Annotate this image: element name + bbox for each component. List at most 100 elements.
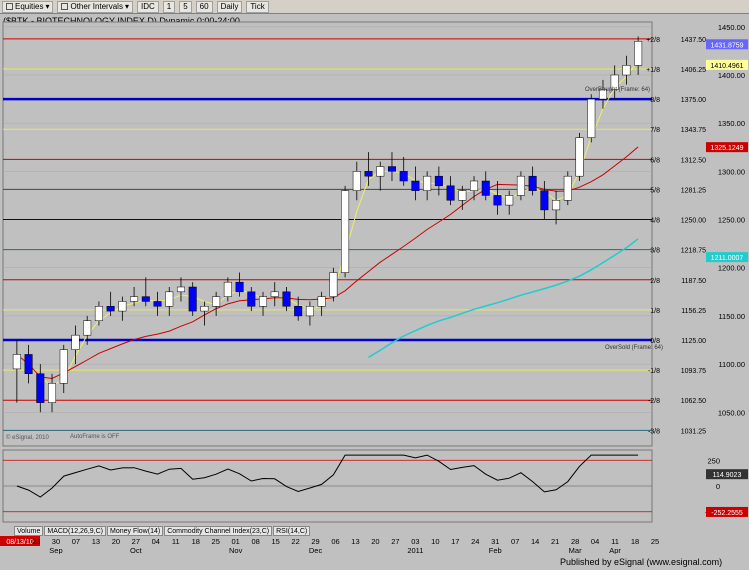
cci-last-badge: 114.9023 bbox=[713, 472, 742, 479]
date-tick-label: 22 bbox=[291, 537, 299, 546]
date-tick-label: 27 bbox=[132, 537, 140, 546]
murrey-value: 1187.50 bbox=[681, 278, 706, 285]
candle-body bbox=[446, 185, 455, 201]
price-tick-label: 1200.00 bbox=[718, 264, 745, 273]
murrey-value: 1406.25 bbox=[681, 67, 706, 74]
candle-body bbox=[12, 354, 21, 370]
price-tick-label: 1300.00 bbox=[718, 167, 745, 176]
footer: Published by eSignal (www.esignal.com) bbox=[560, 557, 723, 567]
date-tick-label: 24 bbox=[471, 537, 479, 546]
candle-body bbox=[71, 334, 80, 350]
tab-macd[interactable]: MACD(12,26,9,C) bbox=[44, 526, 106, 536]
interval-tick-button[interactable]: Tick bbox=[246, 0, 269, 13]
interval-daily-button[interactable]: Daily bbox=[216, 0, 243, 13]
murrey-value: 1062.50 bbox=[681, 398, 706, 405]
murrey-label: 2/8 bbox=[650, 278, 660, 285]
candle-body bbox=[176, 286, 185, 293]
candle-body bbox=[94, 306, 103, 321]
date-tick-label: 04 bbox=[591, 537, 599, 546]
price-tick-label: 1250.00 bbox=[718, 216, 745, 225]
chevron-down-icon: ▾ bbox=[45, 2, 50, 11]
murrey-value: 1156.25 bbox=[681, 308, 706, 315]
candle-body bbox=[294, 306, 303, 317]
start-date-badge: 08/13/10 bbox=[6, 539, 33, 546]
candle-body bbox=[552, 200, 561, 211]
interval-1-button[interactable]: 1 bbox=[162, 0, 176, 13]
candle-body bbox=[434, 175, 443, 187]
candle-body bbox=[399, 171, 408, 182]
candle-body bbox=[387, 166, 396, 172]
date-tick-label: 30 bbox=[52, 537, 60, 546]
month-label: Sep bbox=[49, 546, 62, 554]
murrey-label: 8/8 bbox=[650, 97, 660, 104]
candle-body bbox=[352, 171, 361, 191]
candle-body bbox=[317, 296, 326, 307]
candle-body bbox=[516, 175, 525, 196]
value-badge-text: 1325.1249 bbox=[710, 145, 743, 152]
murrey-value: 1250.00 bbox=[681, 218, 706, 225]
tab-cci[interactable]: Commodity Channel Index(23,C) bbox=[164, 526, 273, 536]
date-tick-label: 13 bbox=[92, 537, 100, 546]
date-axis: 23 30 07 13 20 27 04 11 18 25 01 08 15 22 29 06 13 20 27 03… bbox=[32, 537, 659, 554]
date-tick-label: 08 bbox=[251, 537, 259, 546]
candle-body bbox=[540, 190, 549, 211]
candle-body bbox=[376, 166, 385, 177]
candle-body bbox=[341, 190, 350, 273]
price-chart[interactable]: +2/8 1437.50 +1/8 1406.25 8/8 1375.00 7/8 1343.… bbox=[0, 14, 749, 554]
murrey-label: +1/8 bbox=[646, 67, 660, 74]
date-tick-label: 25 bbox=[651, 537, 659, 546]
interval-5-button[interactable]: 5 bbox=[179, 0, 192, 13]
candle-body bbox=[587, 98, 596, 138]
candle-body bbox=[36, 373, 45, 403]
murrey-label: 1/8 bbox=[650, 308, 660, 315]
candle-body bbox=[153, 301, 162, 307]
candle-body bbox=[259, 296, 268, 307]
candle-body bbox=[165, 291, 174, 307]
murrey-label: 7/8 bbox=[650, 127, 660, 134]
month-label: Oct bbox=[130, 546, 143, 554]
candle-body bbox=[200, 306, 209, 312]
price-tick-label: 1350.00 bbox=[718, 119, 745, 128]
date-tick-label: 07 bbox=[72, 537, 80, 546]
date-tick-label: 14 bbox=[531, 537, 539, 546]
equities-dropdown[interactable]: Equities ▾ bbox=[2, 0, 54, 13]
candle-body bbox=[24, 354, 33, 374]
candle-body bbox=[188, 286, 197, 312]
tab-money-flow[interactable]: Money Flow(14) bbox=[107, 526, 164, 536]
murrey-label: 5/8 bbox=[650, 187, 660, 194]
tab-volume[interactable]: Volume bbox=[14, 526, 44, 536]
murrey-label: 4/8 bbox=[650, 218, 660, 225]
month-label: 2011 bbox=[407, 546, 423, 554]
murrey-value: 1125.00 bbox=[681, 338, 706, 345]
interval-60-button[interactable]: 60 bbox=[195, 0, 213, 13]
date-tick-label: 13 bbox=[351, 537, 359, 546]
value-badge-text: 1410.4961 bbox=[710, 63, 743, 70]
equities-icon bbox=[6, 3, 13, 10]
value-badge-text: 1211.0007 bbox=[711, 255, 744, 262]
candle-body bbox=[130, 296, 139, 302]
grid bbox=[2, 21, 653, 523]
candle-body bbox=[141, 296, 150, 302]
murrey-value: 1031.25 bbox=[681, 428, 706, 435]
month-label: Nov bbox=[229, 546, 243, 554]
month-label: Feb bbox=[489, 546, 502, 554]
candle-body bbox=[59, 349, 68, 384]
interval-idc-button[interactable]: IDC bbox=[136, 0, 159, 13]
cci-tick-label: 250 bbox=[707, 456, 720, 465]
date-tick-label: 10 bbox=[431, 537, 439, 546]
other-intervals-dropdown[interactable]: Other Intervals ▾ bbox=[57, 0, 133, 13]
candle-body bbox=[223, 281, 232, 297]
oversold-label: OverSold (Frame: 64) bbox=[605, 345, 663, 351]
candle-body bbox=[106, 306, 115, 312]
candle-body bbox=[282, 291, 291, 307]
candle-body bbox=[83, 320, 92, 336]
murrey-label: 6/8 bbox=[650, 157, 660, 164]
date-tick-label: 29 bbox=[311, 537, 319, 546]
murrey-value: 1093.75 bbox=[681, 368, 706, 375]
date-tick-label: 17 bbox=[451, 537, 459, 546]
tab-rsi[interactable]: RSI(14,C) bbox=[273, 526, 311, 536]
price-axis: 1450.00 1400.00 1350.00 1300.00 1250.00 1200.… bbox=[718, 23, 745, 417]
clock-icon bbox=[61, 3, 69, 10]
date-tick-label: 03 bbox=[411, 537, 419, 546]
cci-low-badge: -252.2555 bbox=[711, 510, 743, 517]
